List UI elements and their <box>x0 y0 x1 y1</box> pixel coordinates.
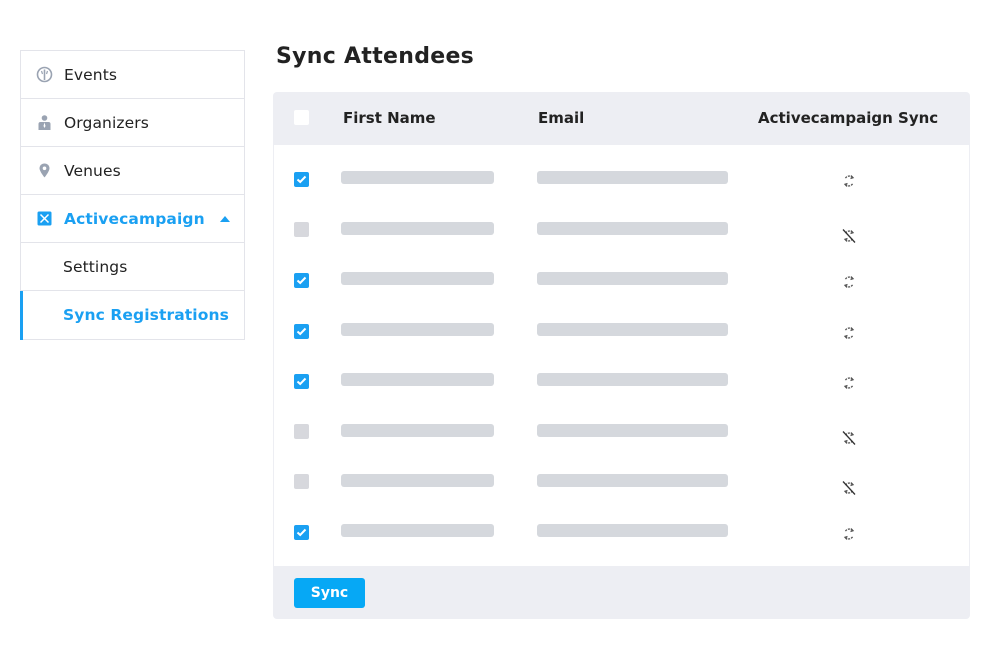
sync-icon[interactable] <box>842 173 856 189</box>
sidebar-item-label: Activecampaign <box>64 209 205 228</box>
first-name-placeholder <box>341 272 494 285</box>
sync-icon[interactable] <box>842 325 856 341</box>
email-placeholder <box>537 272 728 285</box>
sidebar-item-label: Venues <box>64 161 121 180</box>
sync-icon[interactable] <box>842 375 856 391</box>
sidebar-item-activecampaign[interactable]: Activecampaign <box>21 195 244 243</box>
first-name-placeholder <box>341 424 494 437</box>
checkmark-icon <box>296 276 307 285</box>
sidebar-item-venues[interactable]: Venues <box>21 147 244 195</box>
map-pin-icon <box>36 162 53 179</box>
email-placeholder <box>537 424 728 437</box>
email-placeholder <box>537 474 728 487</box>
table-row <box>274 272 969 292</box>
column-header-first-name: First Name <box>343 109 436 127</box>
email-placeholder <box>537 524 728 537</box>
email-placeholder <box>537 171 728 184</box>
sidebar-subitem-settings[interactable]: Settings <box>21 243 244 291</box>
sidebar-nav: Events Organizers Venues Activecampaign … <box>20 50 245 340</box>
column-header-email: Email <box>538 109 585 127</box>
row-checkbox[interactable] <box>294 424 309 439</box>
sidebar-subitem-sync-registrations[interactable]: Sync Registrations <box>20 291 244 340</box>
first-name-placeholder <box>341 222 494 235</box>
table-header: First Name Email Activecampaign Sync <box>273 92 970 145</box>
row-checkbox[interactable] <box>294 222 309 237</box>
chevron-up-icon[interactable] <box>219 215 230 222</box>
table-body <box>274 145 969 566</box>
email-placeholder <box>537 222 728 235</box>
first-name-placeholder <box>341 323 494 336</box>
table-row <box>274 524 969 544</box>
sync-icon[interactable] <box>842 274 856 290</box>
row-checkbox[interactable] <box>294 374 309 389</box>
attendees-table-panel: First Name Email Activecampaign Sync Syn… <box>273 92 970 619</box>
row-checkbox[interactable] <box>294 474 309 489</box>
table-row <box>274 373 969 393</box>
first-name-placeholder <box>341 474 494 487</box>
row-checkbox[interactable] <box>294 525 309 540</box>
sidebar-item-label: Events <box>64 65 118 84</box>
first-name-placeholder <box>341 373 494 386</box>
checkmark-icon <box>296 528 307 537</box>
row-checkbox[interactable] <box>294 273 309 288</box>
select-all-checkbox[interactable] <box>294 110 309 125</box>
table-row <box>274 222 969 244</box>
table-row <box>274 171 969 191</box>
sync-disabled-icon[interactable] <box>842 228 856 244</box>
email-placeholder <box>537 323 728 336</box>
table-row <box>274 424 969 446</box>
checkmark-icon <box>296 327 307 336</box>
activecampaign-x-icon <box>36 210 53 227</box>
organizer-person-icon <box>36 114 53 131</box>
row-checkbox[interactable] <box>294 324 309 339</box>
first-name-placeholder <box>341 171 494 184</box>
sidebar-item-label: Organizers <box>64 113 149 132</box>
first-name-placeholder <box>341 524 494 537</box>
dashboard-gauge-icon <box>36 66 53 83</box>
sync-disabled-icon[interactable] <box>842 430 856 446</box>
sidebar-item-label: Sync Registrations <box>63 306 229 324</box>
table-row <box>274 323 969 343</box>
sync-disabled-icon[interactable] <box>842 480 856 496</box>
checkmark-icon <box>296 377 307 386</box>
sync-icon[interactable] <box>842 526 856 542</box>
page-title: Sync Attendees <box>276 44 475 69</box>
email-placeholder <box>537 373 728 386</box>
checkmark-icon <box>296 175 307 184</box>
table-footer: Sync <box>273 566 970 619</box>
sidebar-item-events[interactable]: Events <box>21 51 244 99</box>
sidebar-item-label: Settings <box>63 257 128 276</box>
table-row <box>274 474 969 496</box>
sync-button[interactable]: Sync <box>294 578 365 608</box>
row-checkbox[interactable] <box>294 172 309 187</box>
sidebar-item-organizers[interactable]: Organizers <box>21 99 244 147</box>
column-header-activecampaign-sync: Activecampaign Sync <box>758 109 939 127</box>
